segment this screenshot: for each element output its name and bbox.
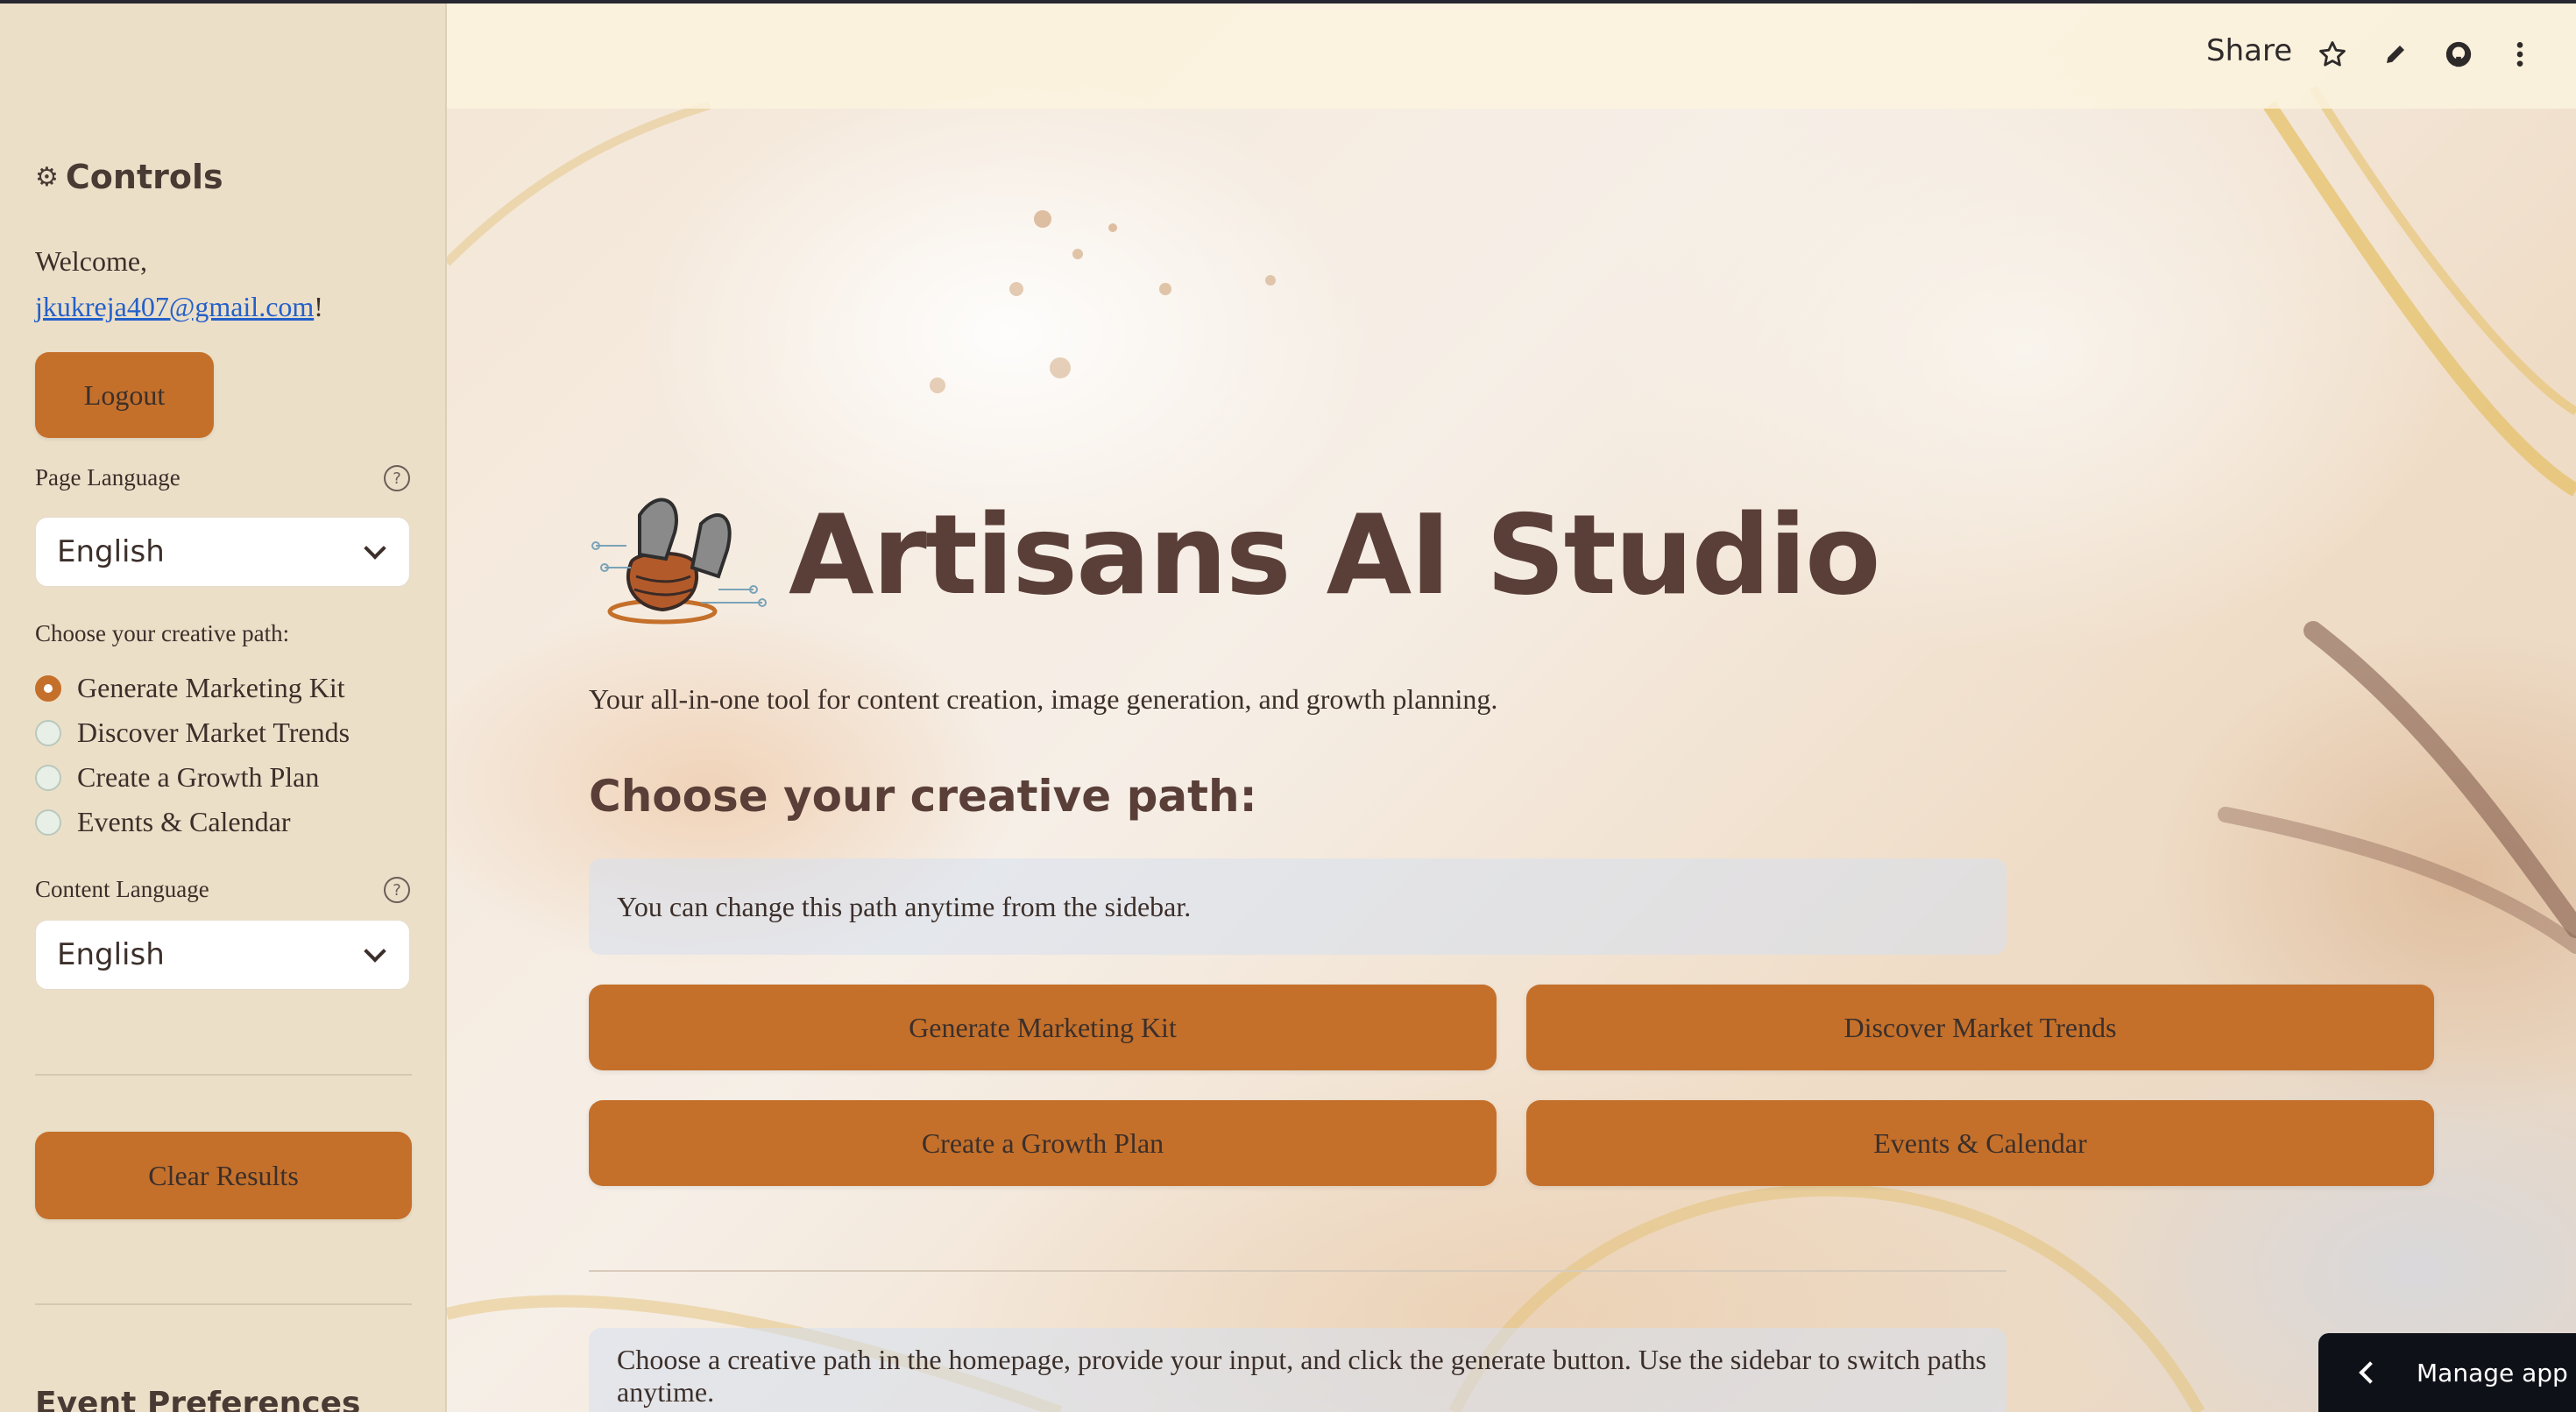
- chevron-down-icon: [364, 537, 386, 560]
- info-alert: You can change this path anytime from th…: [589, 858, 2006, 955]
- page-language-select[interactable]: English: [35, 517, 410, 587]
- github-icon[interactable]: [2441, 37, 2476, 72]
- radio-label: Events & Calendar: [77, 806, 291, 837]
- main-divider: [589, 1270, 2006, 1272]
- page-title: Artisans AI Studio: [789, 490, 1881, 619]
- chevron-down-icon: [364, 940, 386, 963]
- gear-icon: ⚙: [35, 161, 59, 193]
- more-icon[interactable]: [2502, 37, 2537, 72]
- welcome-prefix: Welcome,: [35, 245, 148, 277]
- edit-icon[interactable]: [2378, 37, 2413, 72]
- radio-discover-market-trends[interactable]: Discover Market Trends: [35, 710, 350, 755]
- star-icon[interactable]: [2315, 37, 2350, 72]
- radio-unselected-icon: [35, 808, 61, 836]
- sidebar: ⚙ Controls Welcome, jkukreja407@gmail.co…: [0, 0, 447, 1412]
- content-language-value: English: [57, 937, 165, 972]
- chevron-left-icon: [2359, 1361, 2381, 1384]
- instructions-text: Choose a creative path in the homepage, …: [617, 1344, 1987, 1408]
- radio-unselected-icon: [35, 764, 61, 791]
- radio-label: Generate Marketing Kit: [77, 672, 345, 703]
- radio-label: Create a Growth Plan: [77, 761, 320, 793]
- radio-generate-marketing-kit[interactable]: Generate Marketing Kit: [35, 666, 350, 710]
- radio-unselected-icon: [35, 719, 61, 746]
- instructions-alert: Choose a creative path in the homepage, …: [589, 1328, 2006, 1412]
- sidebar-divider: [35, 1303, 412, 1305]
- generate-marketing-kit-button[interactable]: Generate Marketing Kit: [589, 985, 1497, 1070]
- sidebar-heading-text: Controls: [65, 158, 223, 196]
- main-content: Share Artisans AI Studio Your all-in-one…: [447, 0, 2576, 1412]
- content-language-label: Content Language: [35, 876, 209, 902]
- manage-app-button[interactable]: Manage app: [2318, 1333, 2576, 1412]
- manage-app-label: Manage app: [2417, 1358, 2568, 1387]
- help-icon[interactable]: ?: [384, 877, 410, 903]
- page-title-row: Artisans AI Studio: [587, 480, 1881, 629]
- clear-results-button[interactable]: Clear Results: [35, 1132, 412, 1219]
- user-email-link[interactable]: jkukreja407@gmail.com: [35, 291, 314, 322]
- radio-create-growth-plan[interactable]: Create a Growth Plan: [35, 755, 350, 800]
- sidebar-heading: ⚙ Controls: [35, 158, 223, 196]
- create-growth-plan-button[interactable]: Create a Growth Plan: [589, 1100, 1497, 1186]
- page-subtitle: Your all-in-one tool for content creatio…: [589, 683, 1498, 715]
- radio-events-calendar[interactable]: Events & Calendar: [35, 800, 350, 844]
- section-heading: Choose your creative path:: [589, 771, 1257, 822]
- page-language-value: English: [57, 534, 165, 569]
- help-icon[interactable]: ?: [384, 465, 410, 491]
- welcome-message: Welcome, jkukreja407@gmail.com!: [35, 238, 412, 329]
- pottery-logo-icon: [591, 498, 767, 625]
- info-alert-text: You can change this path anytime from th…: [617, 890, 1192, 922]
- creative-path-label: Choose your creative path:: [35, 620, 290, 646]
- radio-label: Discover Market Trends: [77, 717, 350, 748]
- discover-market-trends-button[interactable]: Discover Market Trends: [1526, 985, 2434, 1070]
- share-button[interactable]: Share: [2206, 33, 2292, 68]
- welcome-suffix: !: [314, 291, 323, 322]
- radio-selected-icon: [35, 674, 61, 702]
- logout-button[interactable]: Logout: [35, 352, 214, 438]
- creative-path-radio-group: Generate Marketing Kit Discover Market T…: [35, 666, 350, 844]
- content-language-select[interactable]: English: [35, 920, 410, 990]
- events-calendar-button[interactable]: Events & Calendar: [1526, 1100, 2434, 1186]
- sidebar-divider: [35, 1074, 412, 1076]
- page-language-label: Page Language: [35, 464, 180, 491]
- top-border: [0, 0, 2576, 4]
- event-preferences-heading: Event Preferences: [35, 1386, 361, 1412]
